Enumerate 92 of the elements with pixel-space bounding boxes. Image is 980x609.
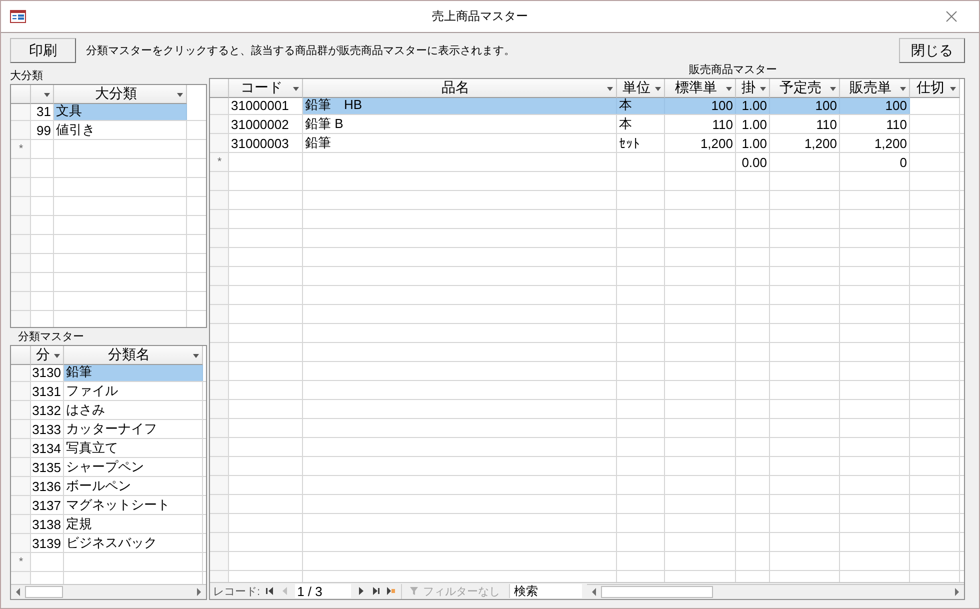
filter-icon (410, 587, 418, 595)
table-cell-text: 3134 (31, 440, 62, 457)
table-cell-text: ファイル (65, 382, 119, 400)
close-button[interactable]: 閉じる (899, 38, 965, 63)
table-cell-text: 1.00 (740, 134, 768, 152)
instruction-text: 分類マスターをクリックすると、該当する商品群が販売商品マスターに表示されます。 (86, 44, 516, 58)
table-cell-text: 110 (885, 116, 908, 133)
table-cell-text: 1.00 (740, 116, 768, 133)
close-icon[interactable] (946, 11, 957, 22)
column-header[interactable]: 大分類 (54, 85, 187, 104)
caret-icon (177, 93, 183, 97)
table-cell-text: 3132 (31, 402, 62, 419)
scroll-left-icon[interactable] (591, 588, 598, 596)
column-header[interactable]: 予定売 (770, 79, 840, 98)
select-all-corner[interactable] (210, 79, 229, 98)
table-cell-text: 3130 (31, 364, 62, 381)
table-cell-text: 鉛筆 (304, 134, 332, 152)
horizontal-scrollbar[interactable] (587, 584, 964, 598)
table-cell-text: 31000002 (230, 116, 290, 133)
new-row-marker[interactable]: * (210, 153, 229, 171)
table-cell-text: 鉛筆 B (304, 115, 344, 133)
table-cell-text: 値引き (55, 121, 96, 139)
column-header[interactable] (31, 85, 54, 104)
scroll-left-icon[interactable] (15, 588, 21, 596)
table-cell-text: 110 (711, 116, 734, 133)
table-cell-text: 31000003 (230, 134, 290, 152)
table-cell-text: 31000001 (230, 96, 290, 114)
table-cell-text: シャープペン (65, 458, 145, 476)
caret-icon (830, 87, 836, 91)
caret-icon (655, 87, 661, 91)
first-record-button[interactable] (265, 585, 276, 597)
table-cell-text: ボールペン (65, 477, 132, 495)
table-cell-text: 31 (36, 102, 52, 120)
column-header[interactable]: 掛 (736, 79, 770, 98)
caret-icon (293, 87, 299, 91)
new-record-button[interactable] (386, 585, 396, 597)
table-cell-text: 0 (898, 154, 908, 171)
caret-icon (726, 87, 732, 91)
scrollbar-thumb[interactable] (25, 586, 63, 598)
table-cell-text: ビジネスバック (65, 534, 158, 552)
table-cell-text: 定規 (65, 515, 93, 533)
section-label: 大分類 (10, 69, 44, 84)
last-record-button[interactable] (371, 585, 382, 597)
column-header[interactable]: 仕切 (910, 79, 960, 98)
table-cell-text: 写真立て (65, 439, 119, 457)
column-header[interactable]: 標準単 (665, 79, 736, 98)
table-cell-text: 1,200 (803, 134, 838, 152)
table-cell-text: はさみ (65, 401, 106, 419)
table-cell-text: 3135 (31, 458, 62, 476)
section-label: 販売商品マスター (688, 63, 778, 78)
table-cell-text: 3137 (31, 496, 62, 514)
scroll-right-icon[interactable] (954, 588, 960, 596)
caret-icon (760, 87, 766, 91)
table-cell-text: 1,200 (699, 134, 734, 152)
column-header[interactable]: 品名 (303, 79, 617, 98)
record-label: レコード: (213, 584, 260, 598)
new-row-marker[interactable]: * (11, 553, 31, 571)
new-row-marker[interactable]: * (11, 140, 31, 158)
column-header[interactable]: 販売単 (840, 79, 910, 98)
select-all-corner[interactable] (11, 346, 31, 365)
column-header[interactable]: 分類名 (64, 346, 203, 365)
table-cell-text: 3133 (31, 420, 62, 438)
table-cell-text: カッターナイフ (65, 420, 158, 438)
column-header[interactable]: 単位 (617, 79, 665, 98)
caret-icon (900, 87, 906, 91)
window-title: 売上商品マスター (431, 8, 529, 25)
table-cell-text: 3138 (31, 516, 62, 533)
table-cell-text: ｾｯﾄ (618, 134, 641, 152)
table-cell-text: マグネットシート (65, 496, 171, 514)
horizontal-scrollbar[interactable] (11, 584, 206, 599)
table-cell-text: 110 (815, 116, 838, 133)
table-cell-text: 99 (36, 122, 52, 139)
record-position-field[interactable]: 1 / 3 (295, 584, 352, 598)
caret-icon (607, 87, 613, 91)
scrollbar-thumb[interactable] (601, 586, 714, 598)
column-header[interactable]: コード (229, 79, 303, 98)
table-cell-text: 3139 (31, 534, 62, 552)
column-header[interactable]: 分 (31, 346, 64, 365)
table-cell-text: 1,200 (873, 134, 908, 152)
caret-icon (950, 87, 956, 91)
table-cell-text: 0.00 (740, 154, 768, 171)
search-field[interactable]: 検索 (509, 584, 582, 598)
scroll-right-icon[interactable] (196, 588, 202, 596)
caret-icon (44, 93, 50, 97)
caret-icon (193, 354, 199, 358)
form-icon (10, 10, 26, 23)
table-cell-text: 3131 (31, 382, 62, 400)
print-button[interactable]: 印刷 (10, 38, 76, 63)
caret-icon (54, 354, 60, 358)
table-cell-text: 3136 (31, 478, 62, 495)
table-cell-text: 本 (618, 115, 633, 133)
section-label: 分類マスター (17, 330, 85, 345)
